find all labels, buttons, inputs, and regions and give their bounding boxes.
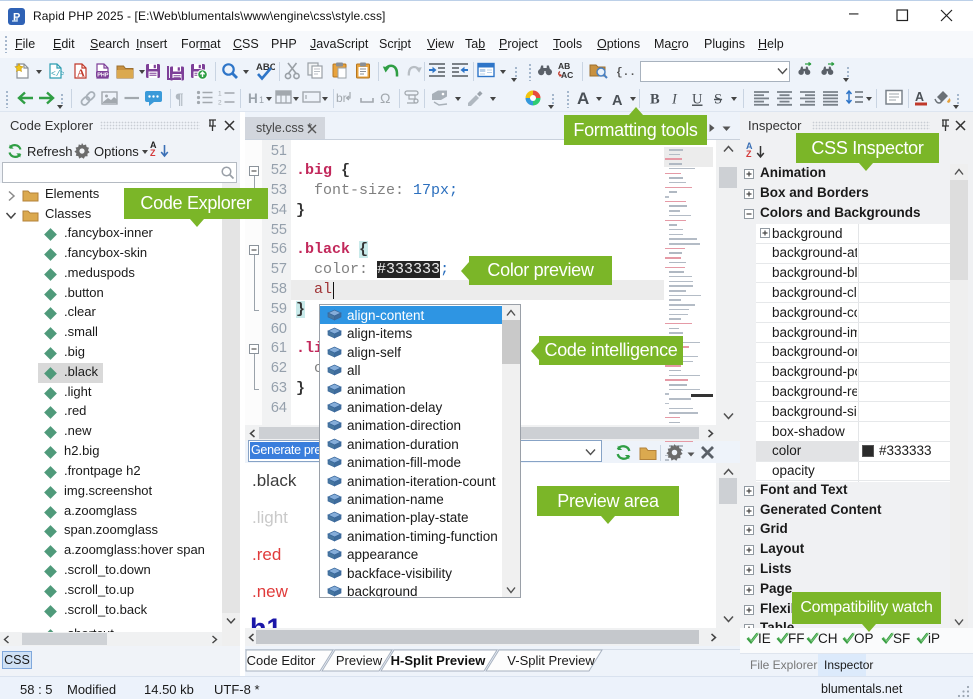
- svg-text:1: 1: [259, 95, 264, 105]
- svg-text:S: S: [714, 92, 722, 108]
- svg-text:</>: </>: [51, 70, 64, 79]
- svg-text:H-Split Preview: H-Split Preview: [391, 653, 487, 668]
- svg-text:A: A: [612, 93, 623, 108]
- svg-text:¶: ¶: [175, 91, 184, 107]
- svg-text:H: H: [248, 91, 258, 106]
- svg-text:2: 2: [218, 100, 222, 107]
- svg-text:U: U: [692, 92, 703, 108]
- svg-text:A: A: [577, 89, 589, 108]
- svg-text:Preview: Preview: [336, 653, 383, 668]
- svg-text:1: 1: [218, 91, 222, 98]
- svg-text:br: br: [336, 91, 347, 105]
- svg-text:A: A: [77, 68, 85, 80]
- svg-text:A: A: [915, 90, 924, 104]
- svg-text:{..}: {..}: [616, 67, 636, 79]
- svg-text:PHP: PHP: [97, 72, 109, 78]
- svg-text:B: B: [650, 92, 660, 108]
- svg-text:ABC: ABC: [256, 62, 275, 73]
- svg-text:V-Split Preview: V-Split Preview: [507, 653, 595, 668]
- svg-text:Code Editor: Code Editor: [247, 653, 316, 668]
- svg-text:AC: AC: [561, 70, 573, 80]
- svg-text:I: I: [671, 92, 678, 108]
- svg-text:Ω: Ω: [380, 90, 390, 106]
